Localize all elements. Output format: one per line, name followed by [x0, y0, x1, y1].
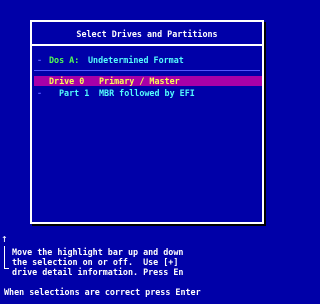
drive-format: Undetermined Format: [88, 55, 184, 65]
title-divider: [32, 44, 262, 46]
help-text-line: drive detail information. Press En: [12, 267, 184, 277]
help-text-line: Move the highlight bar up and down: [12, 247, 184, 257]
drive-name: Dos A:: [49, 55, 80, 65]
drive-name: Drive 0: [49, 76, 85, 86]
partition-description: MBR followed by EFI: [99, 88, 195, 98]
dialog-title: Select Drives and Partitions: [76, 29, 218, 39]
help-bracket: [4, 246, 9, 269]
list-item-dos-a[interactable]: - Dos A: Undetermined Format: [34, 55, 260, 67]
row-marker: -: [37, 88, 43, 98]
partition-name: Part 1: [59, 88, 90, 98]
setup-screen: Select Drives and Partitions - Dos A: Un…: [0, 0, 267, 304]
list-divider: [34, 70, 260, 71]
list-item-drive-0[interactable]: Drive 0 Primary / Master: [34, 76, 262, 86]
row-marker: -: [37, 55, 43, 65]
status-line: When selections are correct press Enter: [4, 287, 201, 297]
help-text-line: the selection on or off. Use [+]: [12, 257, 179, 267]
drive-description: Primary / Master: [99, 76, 180, 86]
up-arrow-icon: ↑: [1, 232, 8, 245]
list-item-part-1[interactable]: - Part 1 MBR followed by EFI: [34, 88, 260, 99]
help-panel: ↑ Move the highlight bar up and down the…: [0, 232, 267, 277]
select-drives-dialog: Select Drives and Partitions - Dos A: Un…: [30, 20, 264, 224]
